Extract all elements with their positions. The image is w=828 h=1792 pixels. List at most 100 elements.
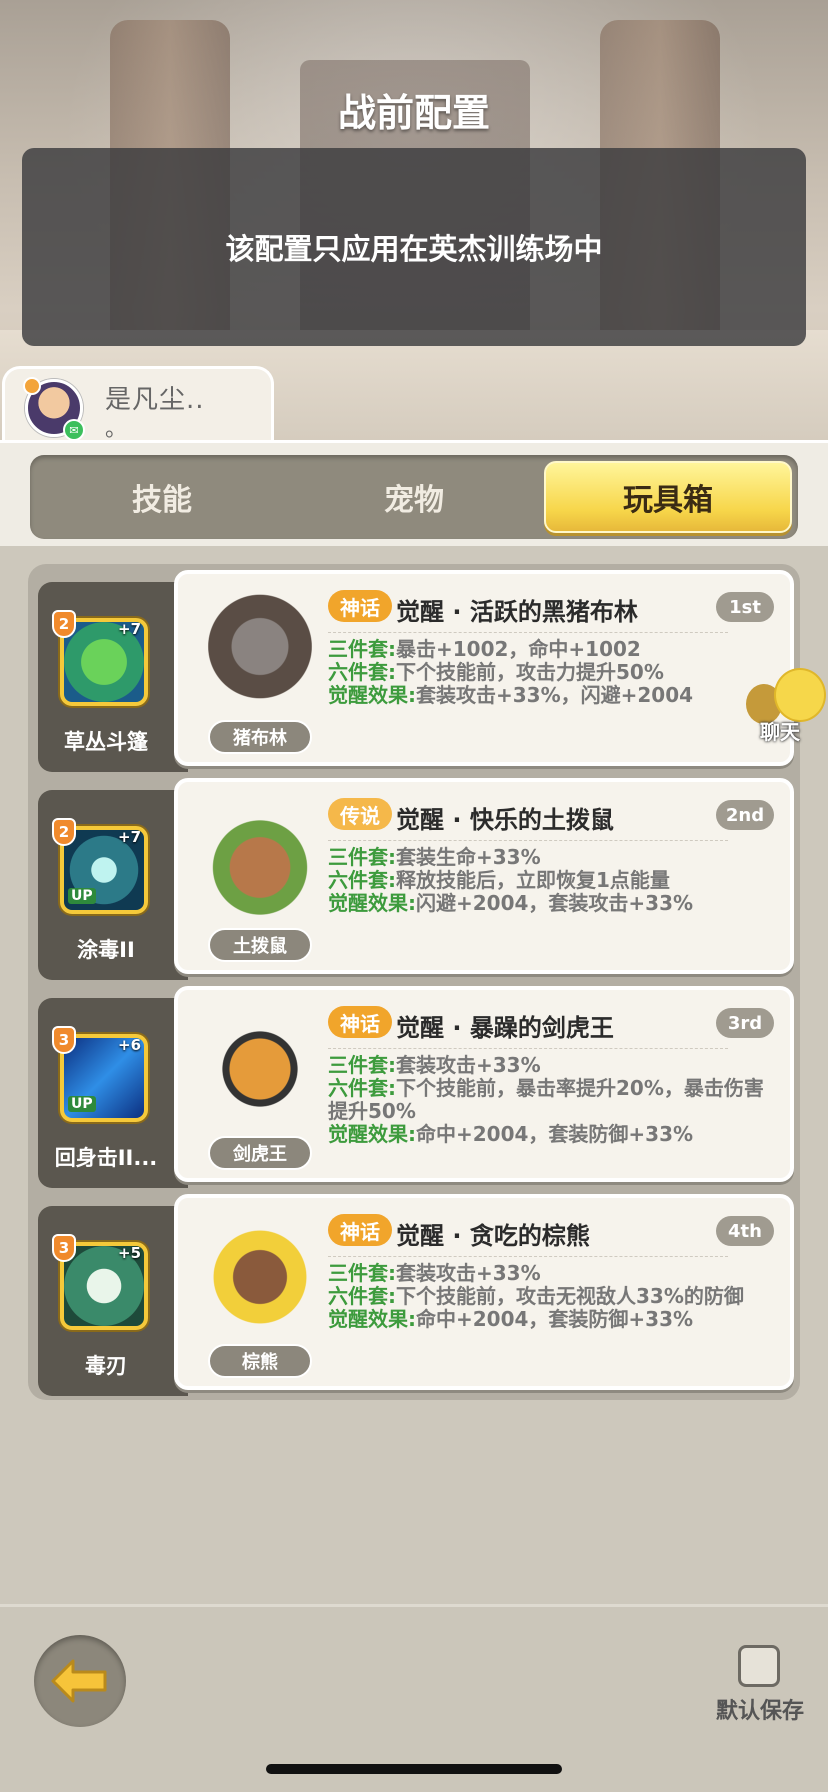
skill-panel[interactable]: 3 +6 UP 回身击II... [38, 998, 188, 1188]
effect-text: 套装攻击+33% [396, 1053, 541, 1077]
toy-set-card[interactable]: 3 +6 UP 回身击II... 剑虎王 神话 觉醒 · 暴躁的剑虎王 3rd … [38, 986, 794, 1188]
skill-level-badge: 2 [52, 610, 76, 638]
avatar-rank-icon [23, 377, 41, 395]
skill-level-badge: 3 [52, 1026, 76, 1054]
rarity-badge: 神话 [328, 590, 392, 622]
tab-skill[interactable]: 技能 [36, 455, 288, 539]
set-effects: 三件套:套装生命+33% 六件套:释放技能后，立即恢复1点能量 觉醒效果:闪避+20… [328, 846, 768, 915]
back-arrow-icon [51, 1659, 107, 1703]
page-title: 战前配置 [337, 91, 490, 135]
effect-text: 命中+2004，套装防御+33% [416, 1307, 694, 1331]
tab-bar: 技能 宠物 玩具箱 [30, 455, 798, 539]
effect-text: 闪避+2004，套装攻击+33% [416, 891, 694, 915]
skill-plus-value: +7 [118, 828, 142, 846]
pet-portrait [200, 796, 320, 926]
set-detail-panel[interactable]: 土拨鼠 传说 觉醒 · 快乐的土拨鼠 2nd 三件套:套装生命+33% 六件套:释… [174, 778, 794, 974]
skill-panel[interactable]: 2 +7 草丛斗篷 [38, 582, 188, 772]
effect-key: 三件套: [328, 637, 396, 661]
set-title: 觉醒 · 贪吃的棕熊 [396, 1222, 590, 1250]
set-effect-line: 觉醒效果:命中+2004，套装防御+33% [328, 1123, 768, 1146]
set-effect-line: 六件套:释放技能后，立即恢复1点能量 [328, 869, 768, 892]
effect-key: 六件套: [328, 660, 396, 684]
effect-key: 觉醒效果: [328, 1307, 416, 1331]
set-effects: 三件套:套装攻击+33% 六件套:下个技能前，攻击无视敌人33%的防御 觉醒效果:命… [328, 1262, 768, 1331]
set-effect-line: 觉醒效果:套装攻击+33%，闪避+2004 [328, 684, 768, 707]
skill-panel[interactable]: 3 +5 毒刃 [38, 1206, 188, 1396]
effect-key: 觉醒效果: [328, 1122, 416, 1146]
rank-badge: 3rd [716, 1008, 774, 1038]
divider [328, 840, 728, 841]
skill-level-badge: 2 [52, 818, 76, 846]
back-button[interactable] [34, 1635, 126, 1727]
player-subtitle: 。 [105, 417, 128, 440]
set-title: 觉醒 · 快乐的土拨鼠 [396, 806, 614, 834]
effect-text: 命中+2004，套装防御+33% [416, 1122, 694, 1146]
chat-label: 聊天 [760, 720, 800, 744]
effect-text: 套装生命+33% [396, 845, 541, 869]
set-effect-line: 六件套:下个技能前，攻击力提升50% [328, 661, 768, 684]
set-effect-line: 三件套:套装生命+33% [328, 846, 768, 869]
skill-plus-value: +6 [118, 1036, 142, 1054]
effect-text: 暴击+1002，命中+1002 [396, 637, 641, 661]
battle-scene-background: 战前配置 该配置只应用在英杰训练场中 ✉ 是凡尘.. 。 [0, 0, 828, 440]
set-effect-line: 三件套:套装攻击+33% [328, 1054, 768, 1077]
divider [328, 632, 728, 633]
set-effect-line: 六件套:下个技能前，攻击无视敌人33%的防御 [328, 1285, 768, 1308]
pet-label: 剑虎王 [208, 1136, 312, 1170]
skill-panel[interactable]: 2 +7 UP 涂毒II [38, 790, 188, 980]
toy-set-card[interactable]: 2 +7 草丛斗篷 猪布林 神话 觉醒 · 活跃的黑猪布林 1st 三件套:暴击… [38, 570, 794, 772]
player-profile-tab[interactable]: ✉ 是凡尘.. 。 [2, 366, 274, 440]
effect-key: 觉醒效果: [328, 891, 416, 915]
effect-key: 六件套: [328, 868, 396, 892]
divider [328, 1256, 728, 1257]
pet-label: 棕熊 [208, 1344, 312, 1378]
notice-banner: 该配置只应用在英杰训练场中 [22, 148, 806, 346]
effect-text: 下个技能前，攻击无视敌人33%的防御 [396, 1284, 744, 1308]
divider [328, 1048, 728, 1049]
effect-text: 释放技能后，立即恢复1点能量 [396, 868, 670, 892]
skill-name: 草丛斗篷 [64, 730, 148, 754]
set-detail-panel[interactable]: 棕熊 神话 觉醒 · 贪吃的棕熊 4th 三件套:套装攻击+33% 六件套:下个技… [174, 1194, 794, 1390]
skill-plus-value: +5 [118, 1244, 142, 1262]
rarity-badge: 传说 [328, 798, 392, 830]
set-effects: 三件套:暴击+1002，命中+1002 六件套:下个技能前，攻击力提升50% 觉醒效… [328, 638, 768, 707]
chat-status-icon: ✉ [63, 419, 85, 440]
home-indicator[interactable] [266, 1764, 562, 1774]
set-effects: 三件套:套装攻击+33% 六件套:下个技能前，暴击率提升20%，暴击伤害提升50%… [328, 1054, 768, 1146]
effect-key: 三件套: [328, 1261, 396, 1285]
default-save-checkbox[interactable] [738, 1645, 780, 1687]
chat-button[interactable]: 聊天 [746, 668, 826, 748]
rank-badge: 2nd [716, 800, 774, 830]
chat-bubble-icon [774, 668, 826, 722]
notice-text: 该配置只应用在英杰训练场中 [225, 232, 603, 266]
pet-label: 猪布林 [208, 720, 312, 754]
effect-key: 六件套: [328, 1076, 396, 1100]
toy-set-card[interactable]: 3 +5 毒刃 棕熊 神话 觉醒 · 贪吃的棕熊 4th 三件套:套装攻击+33… [38, 1194, 794, 1396]
effect-text: 套装攻击+33% [396, 1261, 541, 1285]
skill-level-badge: 3 [52, 1234, 76, 1262]
effect-key: 觉醒效果: [328, 683, 416, 707]
set-detail-panel[interactable]: 猪布林 神话 觉醒 · 活跃的黑猪布林 1st 三件套:暴击+1002，命中+1… [174, 570, 794, 766]
set-effect-line: 三件套:暴击+1002，命中+1002 [328, 638, 768, 661]
skill-name: 毒刃 [85, 1354, 127, 1378]
set-effect-line: 六件套:下个技能前，暴击率提升20%，暴击伤害提升50% [328, 1077, 768, 1123]
pet-portrait [200, 1004, 320, 1134]
effect-key: 三件套: [328, 845, 396, 869]
set-effect-line: 三件套:套装攻击+33% [328, 1262, 768, 1285]
toy-set-card[interactable]: 2 +7 UP 涂毒II 土拨鼠 传说 觉醒 · 快乐的土拨鼠 2nd 三件套:… [38, 778, 794, 980]
tab-toybox[interactable]: 玩具箱 [544, 461, 792, 533]
rank-badge: 4th [716, 1216, 774, 1246]
pet-portrait [200, 1212, 320, 1342]
skill-up-badge: UP [68, 888, 96, 904]
effect-key: 三件套: [328, 1053, 396, 1077]
tab-pet[interactable]: 宠物 [288, 455, 540, 539]
set-title: 觉醒 · 暴躁的剑虎王 [396, 1014, 614, 1042]
set-effect-line: 觉醒效果:闪避+2004，套装攻击+33% [328, 892, 768, 915]
pet-label: 土拨鼠 [208, 928, 312, 962]
set-detail-panel[interactable]: 剑虎王 神话 觉醒 · 暴躁的剑虎王 3rd 三件套:套装攻击+33% 六件套:下… [174, 986, 794, 1182]
rarity-badge: 神话 [328, 1006, 392, 1038]
default-save-label: 默认保存 [716, 1699, 805, 1724]
skill-plus-value: +7 [118, 620, 142, 638]
effect-key: 六件套: [328, 1284, 396, 1308]
effect-text: 下个技能前，攻击力提升50% [396, 660, 664, 684]
